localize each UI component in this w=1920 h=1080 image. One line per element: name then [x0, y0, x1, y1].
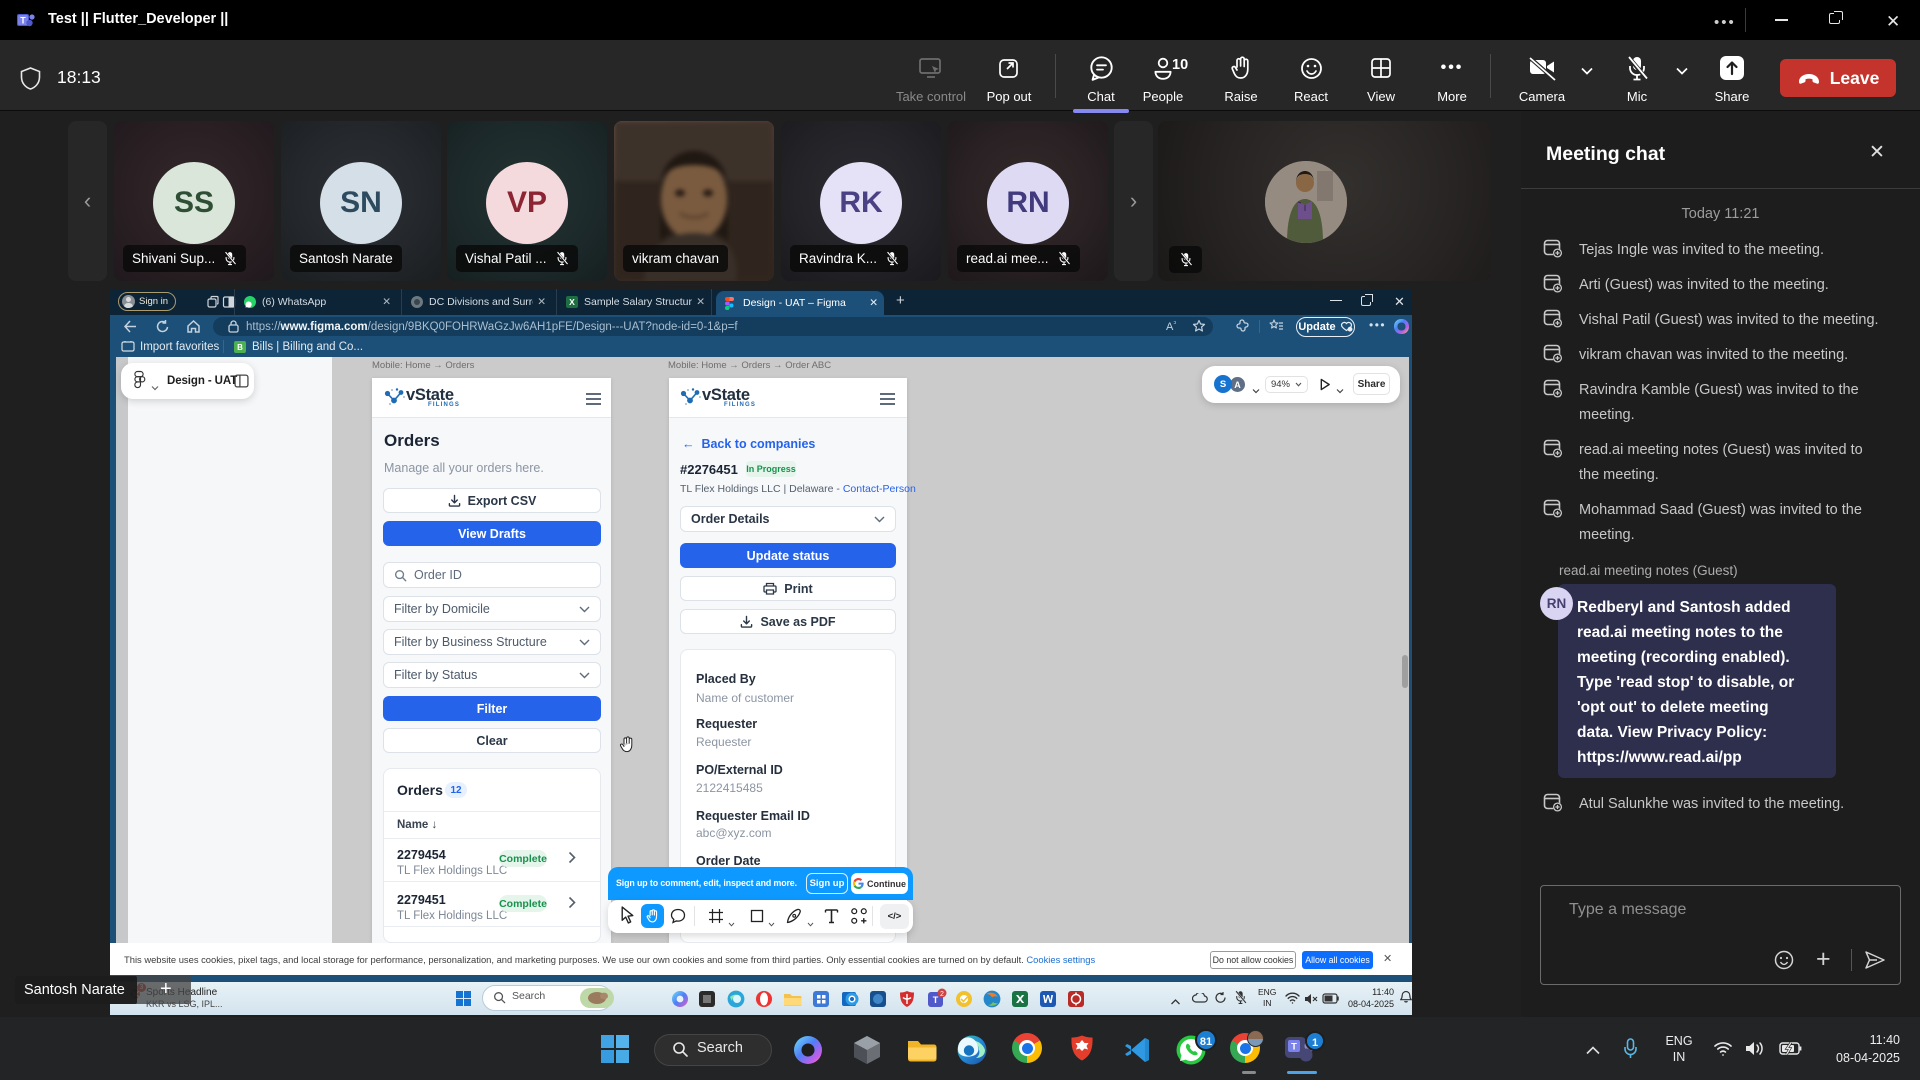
svg-text:2: 2: [940, 991, 944, 998]
svg-text:T: T: [20, 16, 26, 26]
svg-text:T: T: [1291, 1042, 1297, 1053]
svg-text:T: T: [933, 995, 939, 1005]
